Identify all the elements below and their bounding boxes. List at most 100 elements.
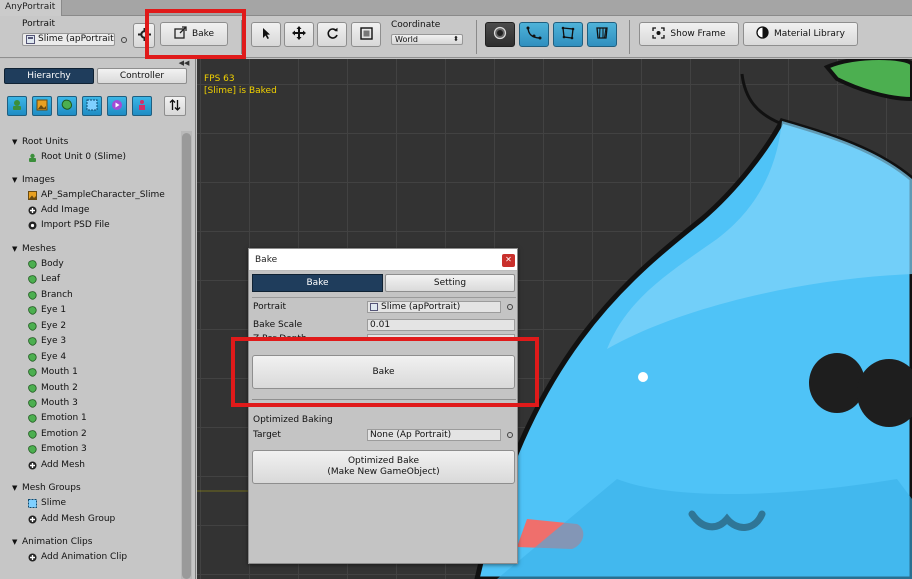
physics-visibility-button[interactable] <box>587 22 617 47</box>
optimized-bake-line1: Optimized Bake <box>347 456 420 466</box>
export-icon <box>174 26 187 42</box>
material-library-button[interactable]: Material Library <box>743 22 858 46</box>
select-tool-button[interactable] <box>251 22 281 47</box>
sort-arrows-icon <box>169 98 181 114</box>
list-item[interactable]: Eye 2 <box>28 321 66 331</box>
material-library-label: Material Library <box>774 29 845 39</box>
list-item[interactable]: Body <box>28 259 64 269</box>
list-item[interactable]: Emotion 1 <box>28 413 87 423</box>
tab-bake[interactable]: Bake <box>252 274 383 292</box>
bake-scale-input[interactable]: 0.01 <box>367 319 515 331</box>
list-item-label: Add Image <box>41 205 90 215</box>
target-object-field[interactable]: None (Ap Portrait) <box>367 429 501 441</box>
list-item[interactable]: Emotion 3 <box>28 444 87 454</box>
filter-root-unit-button[interactable] <box>7 96 27 116</box>
filter-mesh-button[interactable] <box>57 96 77 116</box>
show-frame-label: Show Frame <box>670 29 726 39</box>
list-item[interactable]: Eye 3 <box>28 336 66 346</box>
sidebar-scrollbar[interactable] <box>181 131 192 579</box>
list-item[interactable]: AP_SampleCharacter_Slime <box>28 190 165 200</box>
portrait-picker-icon[interactable] <box>507 304 513 310</box>
show-frame-button[interactable]: Show Frame <box>639 22 739 46</box>
mesh-icon <box>28 321 37 331</box>
list-item[interactable]: Import PSD File <box>28 220 110 230</box>
target-picker-icon[interactable] <box>507 432 513 438</box>
close-icon[interactable]: ✕ <box>502 254 515 267</box>
divider <box>252 399 516 400</box>
optimized-bake-line2: (Make New GameObject) <box>327 467 440 477</box>
mesh-icon <box>28 259 37 269</box>
filter-mesh-group-button[interactable] <box>82 96 102 116</box>
scrollbar-thumb[interactable] <box>182 133 191 579</box>
list-item[interactable]: Mouth 2 <box>28 383 78 393</box>
list-item[interactable]: Leaf <box>28 274 60 284</box>
section-meshes[interactable]: ▼ Meshes <box>12 244 56 254</box>
add-icon <box>28 206 37 215</box>
filter-image-button[interactable] <box>32 96 52 116</box>
section-title: Meshes <box>22 244 56 254</box>
sort-button[interactable] <box>164 96 186 116</box>
onion-icon <box>493 26 507 43</box>
tab-setting[interactable]: Setting <box>385 274 515 292</box>
list-item-label: Eye 3 <box>41 336 67 346</box>
window-tab[interactable]: AnyPortrait <box>0 0 63 16</box>
frame-icon <box>652 26 666 42</box>
list-item[interactable]: Add Mesh Group <box>28 514 115 524</box>
rotate-tool-button[interactable] <box>317 22 347 47</box>
toolbar-divider <box>241 20 242 54</box>
dialog-titlebar[interactable]: Bake ✕ <box>249 249 517 271</box>
z-depth-label: Z Per Depth <box>253 334 307 340</box>
list-item[interactable]: Add Animation Clip <box>28 552 127 562</box>
list-item[interactable]: Eye 4 <box>28 352 66 362</box>
mesh-icon <box>28 367 37 377</box>
section-title: Images <box>22 175 55 185</box>
coordinate-label: Coordinate <box>391 20 441 30</box>
portrait-object-field[interactable]: Slime (apPortrait) <box>367 301 501 313</box>
bake-toolbar-button[interactable]: Bake <box>160 22 228 46</box>
settings-gear-button[interactable] <box>133 23 155 48</box>
collapse-sidebar-icon[interactable]: ◀◀ <box>176 59 192 67</box>
list-item[interactable]: Mouth 3 <box>28 398 78 408</box>
dropdown-arrows-icon: ⬍ <box>453 35 459 43</box>
list-item-label: Body <box>41 259 64 269</box>
list-item[interactable]: Emotion 2 <box>28 429 87 439</box>
add-icon <box>28 553 37 562</box>
portrait-field[interactable]: Slime (apPortrait) <box>22 33 115 46</box>
hierarchy-sidebar: ◀◀ Hierarchy Controller ▼ Root Units Root… <box>0 59 196 579</box>
list-item-label: Eye 4 <box>41 352 67 362</box>
section-mesh-groups[interactable]: ▼ Mesh Groups <box>12 483 81 493</box>
filter-animation-button[interactable] <box>107 96 127 116</box>
filter-param-button[interactable] <box>132 96 152 116</box>
bone-visibility-button[interactable] <box>519 22 549 47</box>
section-animation-clips[interactable]: ▼ Animation Clips <box>12 537 92 547</box>
list-item[interactable]: Branch <box>28 290 73 300</box>
cloth-icon <box>595 26 609 43</box>
move-tool-button[interactable] <box>284 22 314 47</box>
tab-controller[interactable]: Controller <box>97 68 187 84</box>
list-item[interactable]: Eye 1 <box>28 305 66 315</box>
bake-button[interactable]: Bake <box>252 355 515 389</box>
move-icon <box>292 26 306 43</box>
target-label: Target <box>253 430 281 440</box>
list-item[interactable]: Root Unit 0 (Slime) <box>28 152 126 162</box>
portrait-picker-icon[interactable] <box>121 37 127 43</box>
import-psd-icon <box>28 221 37 230</box>
image-icon <box>36 99 48 114</box>
optimized-bake-button[interactable]: Optimized Bake (Make New GameObject) <box>252 450 515 484</box>
onion-toggle-button[interactable] <box>485 22 515 47</box>
list-item[interactable]: Slime <box>28 498 66 508</box>
tab-hierarchy[interactable]: Hierarchy <box>4 68 94 84</box>
list-item[interactable]: Mouth 1 <box>28 367 78 377</box>
coordinate-dropdown[interactable]: World ⬍ <box>391 34 463 45</box>
material-icon <box>756 26 769 42</box>
list-item[interactable]: Add Mesh <box>28 460 85 470</box>
list-item[interactable]: Add Image <box>28 205 89 215</box>
bake-dialog: Bake ✕ Bake Setting Portrait Slime (apPo… <box>248 248 518 564</box>
section-images[interactable]: ▼ Images <box>12 175 55 185</box>
section-root-units[interactable]: ▼ Root Units <box>12 137 68 147</box>
mesh-icon <box>28 398 37 408</box>
mesh-visibility-button[interactable] <box>553 22 583 47</box>
add-icon <box>28 461 37 470</box>
z-depth-input[interactable] <box>367 334 515 340</box>
scale-tool-button[interactable] <box>351 22 381 47</box>
